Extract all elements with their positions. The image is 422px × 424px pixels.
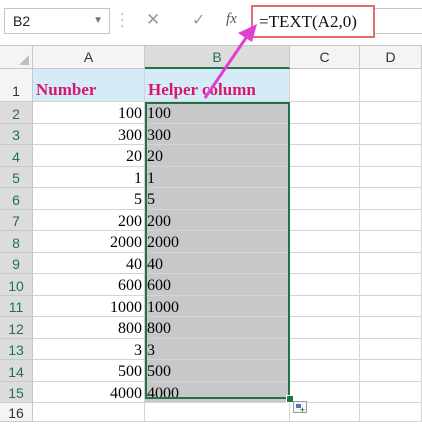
row-header-13[interactable]: 13 [0,339,33,360]
cell-d13[interactable] [360,339,422,360]
cell-c3[interactable] [290,124,360,145]
row-header-1[interactable]: 1 [0,69,33,102]
row-header-4[interactable]: 4 [0,145,33,167]
cell-a8[interactable]: 2000 [33,231,145,253]
cell-d11[interactable] [360,296,422,317]
cell-d7[interactable] [360,210,422,231]
cell-a3[interactable]: 300 [33,124,145,145]
cell-d16[interactable] [360,403,422,422]
cell-c8[interactable] [290,231,360,253]
cell-a12[interactable]: 800 [33,317,145,339]
formula-input[interactable]: =TEXT(A2,0) [251,5,375,38]
drag-handle-icon[interactable]: · · · [120,6,126,32]
row-header-2[interactable]: 2 [0,102,33,124]
cell-a5[interactable]: 1 [33,167,145,188]
insert-function-icon[interactable]: fx [226,11,237,28]
cell-a16[interactable] [33,403,145,422]
row-header-7[interactable]: 7 [0,210,33,231]
row-header-12[interactable]: 12 [0,317,33,339]
cell-d8[interactable] [360,231,422,253]
cell-a7[interactable]: 200 [33,210,145,231]
cell-c12[interactable] [290,317,360,339]
formula-input-extension[interactable] [375,8,422,34]
cancel-icon[interactable]: ✕ [146,10,160,30]
cell-a9[interactable]: 40 [33,253,145,274]
cell-c14[interactable] [290,360,360,382]
cell-c7[interactable] [290,210,360,231]
cell-b11[interactable]: 1000 [145,296,290,317]
cell-b12[interactable]: 800 [145,317,290,339]
cell-c13[interactable] [290,339,360,360]
cell-b10[interactable]: 600 [145,274,290,296]
cell-b4[interactable]: 20 [145,145,290,167]
cell-a6[interactable]: 5 [33,188,145,210]
cell-a11[interactable]: 1000 [33,296,145,317]
row-header-10[interactable]: 10 [0,274,33,296]
column-header-c[interactable]: C [290,45,360,69]
formula-bar: B2 ▼ · · · ✕ ✓ fx =TEXT(A2,0) [0,0,422,45]
cell-b7[interactable]: 200 [145,210,290,231]
column-header-d[interactable]: D [360,45,422,69]
name-box-value: B2 [13,13,31,29]
cell-d12[interactable] [360,317,422,339]
cell-c1[interactable] [290,69,360,102]
row-header-9[interactable]: 9 [0,253,33,274]
cell-a2[interactable]: 100 [33,102,145,124]
cell-c9[interactable] [290,253,360,274]
enter-icon[interactable]: ✓ [192,10,205,30]
cell-d1[interactable] [360,69,422,102]
cell-a14[interactable]: 500 [33,360,145,382]
cell-c6[interactable] [290,188,360,210]
cell-d15[interactable] [360,382,422,403]
cell-a15[interactable]: 4000 [33,382,145,403]
cell-d10[interactable] [360,274,422,296]
cell-d4[interactable] [360,145,422,167]
cell-d9[interactable] [360,253,422,274]
row-header-14[interactable]: 14 [0,360,33,382]
cell-b1[interactable]: Helper column [145,69,290,102]
row-header-16[interactable]: 16 [0,403,33,422]
cell-b14[interactable]: 500 [145,360,290,382]
cell-b16[interactable] [145,403,290,422]
cell-a13[interactable]: 3 [33,339,145,360]
cell-d14[interactable] [360,360,422,382]
cell-c4[interactable] [290,145,360,167]
row-header-6[interactable]: 6 [0,188,33,210]
row-header-11[interactable]: 11 [0,296,33,317]
cell-c2[interactable] [290,102,360,124]
cell-a4[interactable]: 20 [33,145,145,167]
name-box[interactable]: B2 ▼ [4,8,110,34]
row-header-3[interactable]: 3 [0,124,33,145]
cell-d3[interactable] [360,124,422,145]
cell-b6[interactable]: 5 [145,188,290,210]
cell-a1[interactable]: Number [33,69,145,102]
cell-d5[interactable] [360,167,422,188]
cell-b2[interactable]: 100 [145,102,290,124]
cell-b3[interactable]: 300 [145,124,290,145]
cell-d2[interactable] [360,102,422,124]
cell-d6[interactable] [360,188,422,210]
chevron-down-icon[interactable]: ▼ [93,15,103,26]
cell-b9[interactable]: 40 [145,253,290,274]
cell-c10[interactable] [290,274,360,296]
cell-c11[interactable] [290,296,360,317]
cell-c5[interactable] [290,167,360,188]
row-header-5[interactable]: 5 [0,167,33,188]
row-header-15[interactable]: 15 [0,382,33,403]
column-header-b[interactable]: B [145,45,290,69]
select-all-corner[interactable] [0,45,33,69]
column-header-a[interactable]: A [33,45,145,69]
cell-c15[interactable] [290,382,360,403]
cell-b13[interactable]: 3 [145,339,290,360]
paste-options-icon[interactable] [293,401,307,415]
cell-b15[interactable]: 4000 [145,382,290,403]
cell-b5[interactable]: 1 [145,167,290,188]
cell-b8[interactable]: 2000 [145,231,290,253]
row-header-8[interactable]: 8 [0,231,33,253]
cell-a10[interactable]: 600 [33,274,145,296]
